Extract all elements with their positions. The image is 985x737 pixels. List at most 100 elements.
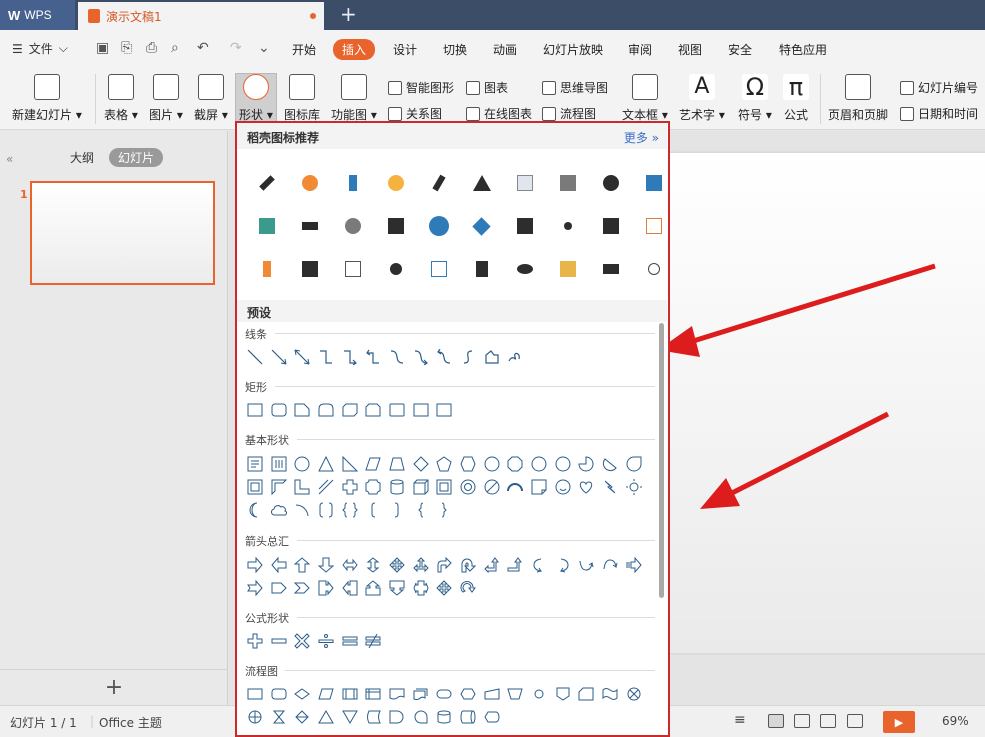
icon-cell[interactable]	[503, 206, 546, 246]
shape-flow-preparation[interactable]	[456, 683, 480, 705]
icon-cell[interactable]	[503, 249, 546, 289]
shape-flow-document[interactable]	[385, 683, 409, 705]
shape-folded-corner[interactable]	[527, 476, 551, 498]
shape-chevron[interactable]	[290, 577, 314, 599]
shape-left-right-arrow[interactable]	[338, 554, 362, 576]
icon-cell[interactable]	[331, 206, 374, 246]
shape-circular-arrow[interactable]	[456, 577, 480, 599]
zoom-level[interactable]: 69%	[942, 714, 969, 728]
shape-left-bracket[interactable]	[361, 499, 385, 521]
shape-plaque[interactable]	[361, 476, 385, 498]
shape-cloud[interactable]	[267, 499, 291, 521]
shape-flow-merge[interactable]	[338, 706, 362, 728]
icon-cell[interactable]	[288, 249, 331, 289]
shape-down-callout[interactable]	[385, 577, 409, 599]
shape-rounded-rect[interactable]	[267, 399, 291, 421]
shape-right-triangle[interactable]	[338, 453, 362, 475]
shape-parallelogram[interactable]	[361, 453, 385, 475]
icon-cell[interactable]	[288, 163, 331, 203]
shape-notched-right-arrow[interactable]	[243, 577, 267, 599]
shape-half-frame[interactable]	[267, 476, 291, 498]
shape-snip-corner[interactable]	[290, 399, 314, 421]
shape-frame[interactable]	[243, 476, 267, 498]
shape-plus[interactable]	[243, 630, 267, 652]
shape-elbow[interactable]	[314, 346, 338, 368]
shape-smiley[interactable]	[551, 476, 575, 498]
shape-flow-stored-data[interactable]	[361, 706, 385, 728]
icon-cell[interactable]	[374, 206, 417, 246]
shape-flow-data[interactable]	[314, 683, 338, 705]
shape-no-symbol[interactable]	[480, 476, 504, 498]
more-icons-link[interactable]: 更多 »	[624, 129, 659, 146]
shape-arrow-line[interactable]	[267, 346, 291, 368]
shape-elbow-arrow[interactable]	[338, 346, 362, 368]
icon-cell[interactable]	[460, 206, 503, 246]
shape-right-brace[interactable]	[433, 499, 457, 521]
shape-dodecagon[interactable]	[551, 453, 575, 475]
shape-curved-right-arrow[interactable]	[527, 554, 551, 576]
notes-menu-icon[interactable]: ≡	[734, 712, 746, 728]
shape-flow-or[interactable]	[243, 706, 267, 728]
shape-flow-magnetic-disk[interactable]	[433, 706, 457, 728]
shape-snip-same[interactable]	[361, 399, 385, 421]
shape-left-right-callout[interactable]	[409, 577, 433, 599]
shape-flow-direct-access[interactable]	[456, 706, 480, 728]
shape-striped-right-arrow[interactable]	[622, 554, 646, 576]
icon-cell[interactable]	[331, 249, 374, 289]
shape-trapezoid[interactable]	[385, 453, 409, 475]
shape-flow-terminator[interactable]	[433, 683, 457, 705]
icon-cell[interactable]	[589, 206, 632, 246]
shape-flow-extract[interactable]	[314, 706, 338, 728]
shape-flow-alt-process[interactable]	[267, 683, 291, 705]
slide-sorter-icon[interactable]	[794, 714, 810, 728]
shape-block-arc[interactable]	[504, 476, 528, 498]
shape-hexagon[interactable]	[456, 453, 480, 475]
icon-cell[interactable]	[331, 163, 374, 203]
shape-double-bracket[interactable]	[314, 499, 338, 521]
shape-chord[interactable]	[598, 453, 622, 475]
shape-minus[interactable]	[267, 630, 291, 652]
shape-double-brace[interactable]	[338, 499, 362, 521]
shape-sun[interactable]	[622, 476, 646, 498]
shape-flow-sort[interactable]	[290, 706, 314, 728]
dropdown-scrollbar[interactable]	[659, 323, 664, 598]
shape-quad-callout[interactable]	[433, 577, 457, 599]
shape-vertical-textbox[interactable]	[267, 453, 291, 475]
shape-right-callout[interactable]	[314, 577, 338, 599]
shape-scribble[interactable]	[504, 346, 528, 368]
shape-left-up-arrow[interactable]	[480, 554, 504, 576]
shape-round-snip[interactable]	[433, 399, 457, 421]
shape-pentagon[interactable]	[433, 453, 457, 475]
icon-cell[interactable]	[546, 206, 589, 246]
shape-flow-punched-tape[interactable]	[598, 683, 622, 705]
shape-left-right-up-arrow[interactable]	[409, 554, 433, 576]
shape-flow-decision[interactable]	[290, 683, 314, 705]
icon-cell[interactable]	[245, 163, 288, 203]
shape-down-arrow[interactable]	[314, 554, 338, 576]
shape-flow-manual-operation[interactable]	[504, 683, 528, 705]
shape-up-callout[interactable]	[361, 577, 385, 599]
shape-flow-manual-input[interactable]	[480, 683, 504, 705]
shape-octagon[interactable]	[504, 453, 528, 475]
shape-curved-left-arrow[interactable]	[551, 554, 575, 576]
shape-divide[interactable]	[314, 630, 338, 652]
shape-freeform[interactable]	[480, 346, 504, 368]
shape-line[interactable]	[243, 346, 267, 368]
icon-cell[interactable]	[417, 163, 460, 203]
shape-lightning[interactable]	[598, 476, 622, 498]
shape-right-bracket[interactable]	[385, 499, 409, 521]
icon-cell[interactable]	[417, 249, 460, 289]
shape-flow-collate[interactable]	[267, 706, 291, 728]
icon-cell[interactable]	[632, 249, 668, 289]
theme-name[interactable]: Office 主题	[99, 714, 162, 731]
shape-can[interactable]	[385, 476, 409, 498]
normal-view-icon[interactable]	[768, 714, 784, 728]
shape-curve-double[interactable]	[433, 346, 457, 368]
shape-left-arrow[interactable]	[267, 554, 291, 576]
shape-bevel[interactable]	[433, 476, 457, 498]
shape-up-arrow[interactable]	[290, 554, 314, 576]
icon-cell[interactable]	[503, 163, 546, 203]
shape-cube[interactable]	[409, 476, 433, 498]
shape-curved-down-arrow[interactable]	[598, 554, 622, 576]
icon-cell[interactable]	[374, 249, 417, 289]
